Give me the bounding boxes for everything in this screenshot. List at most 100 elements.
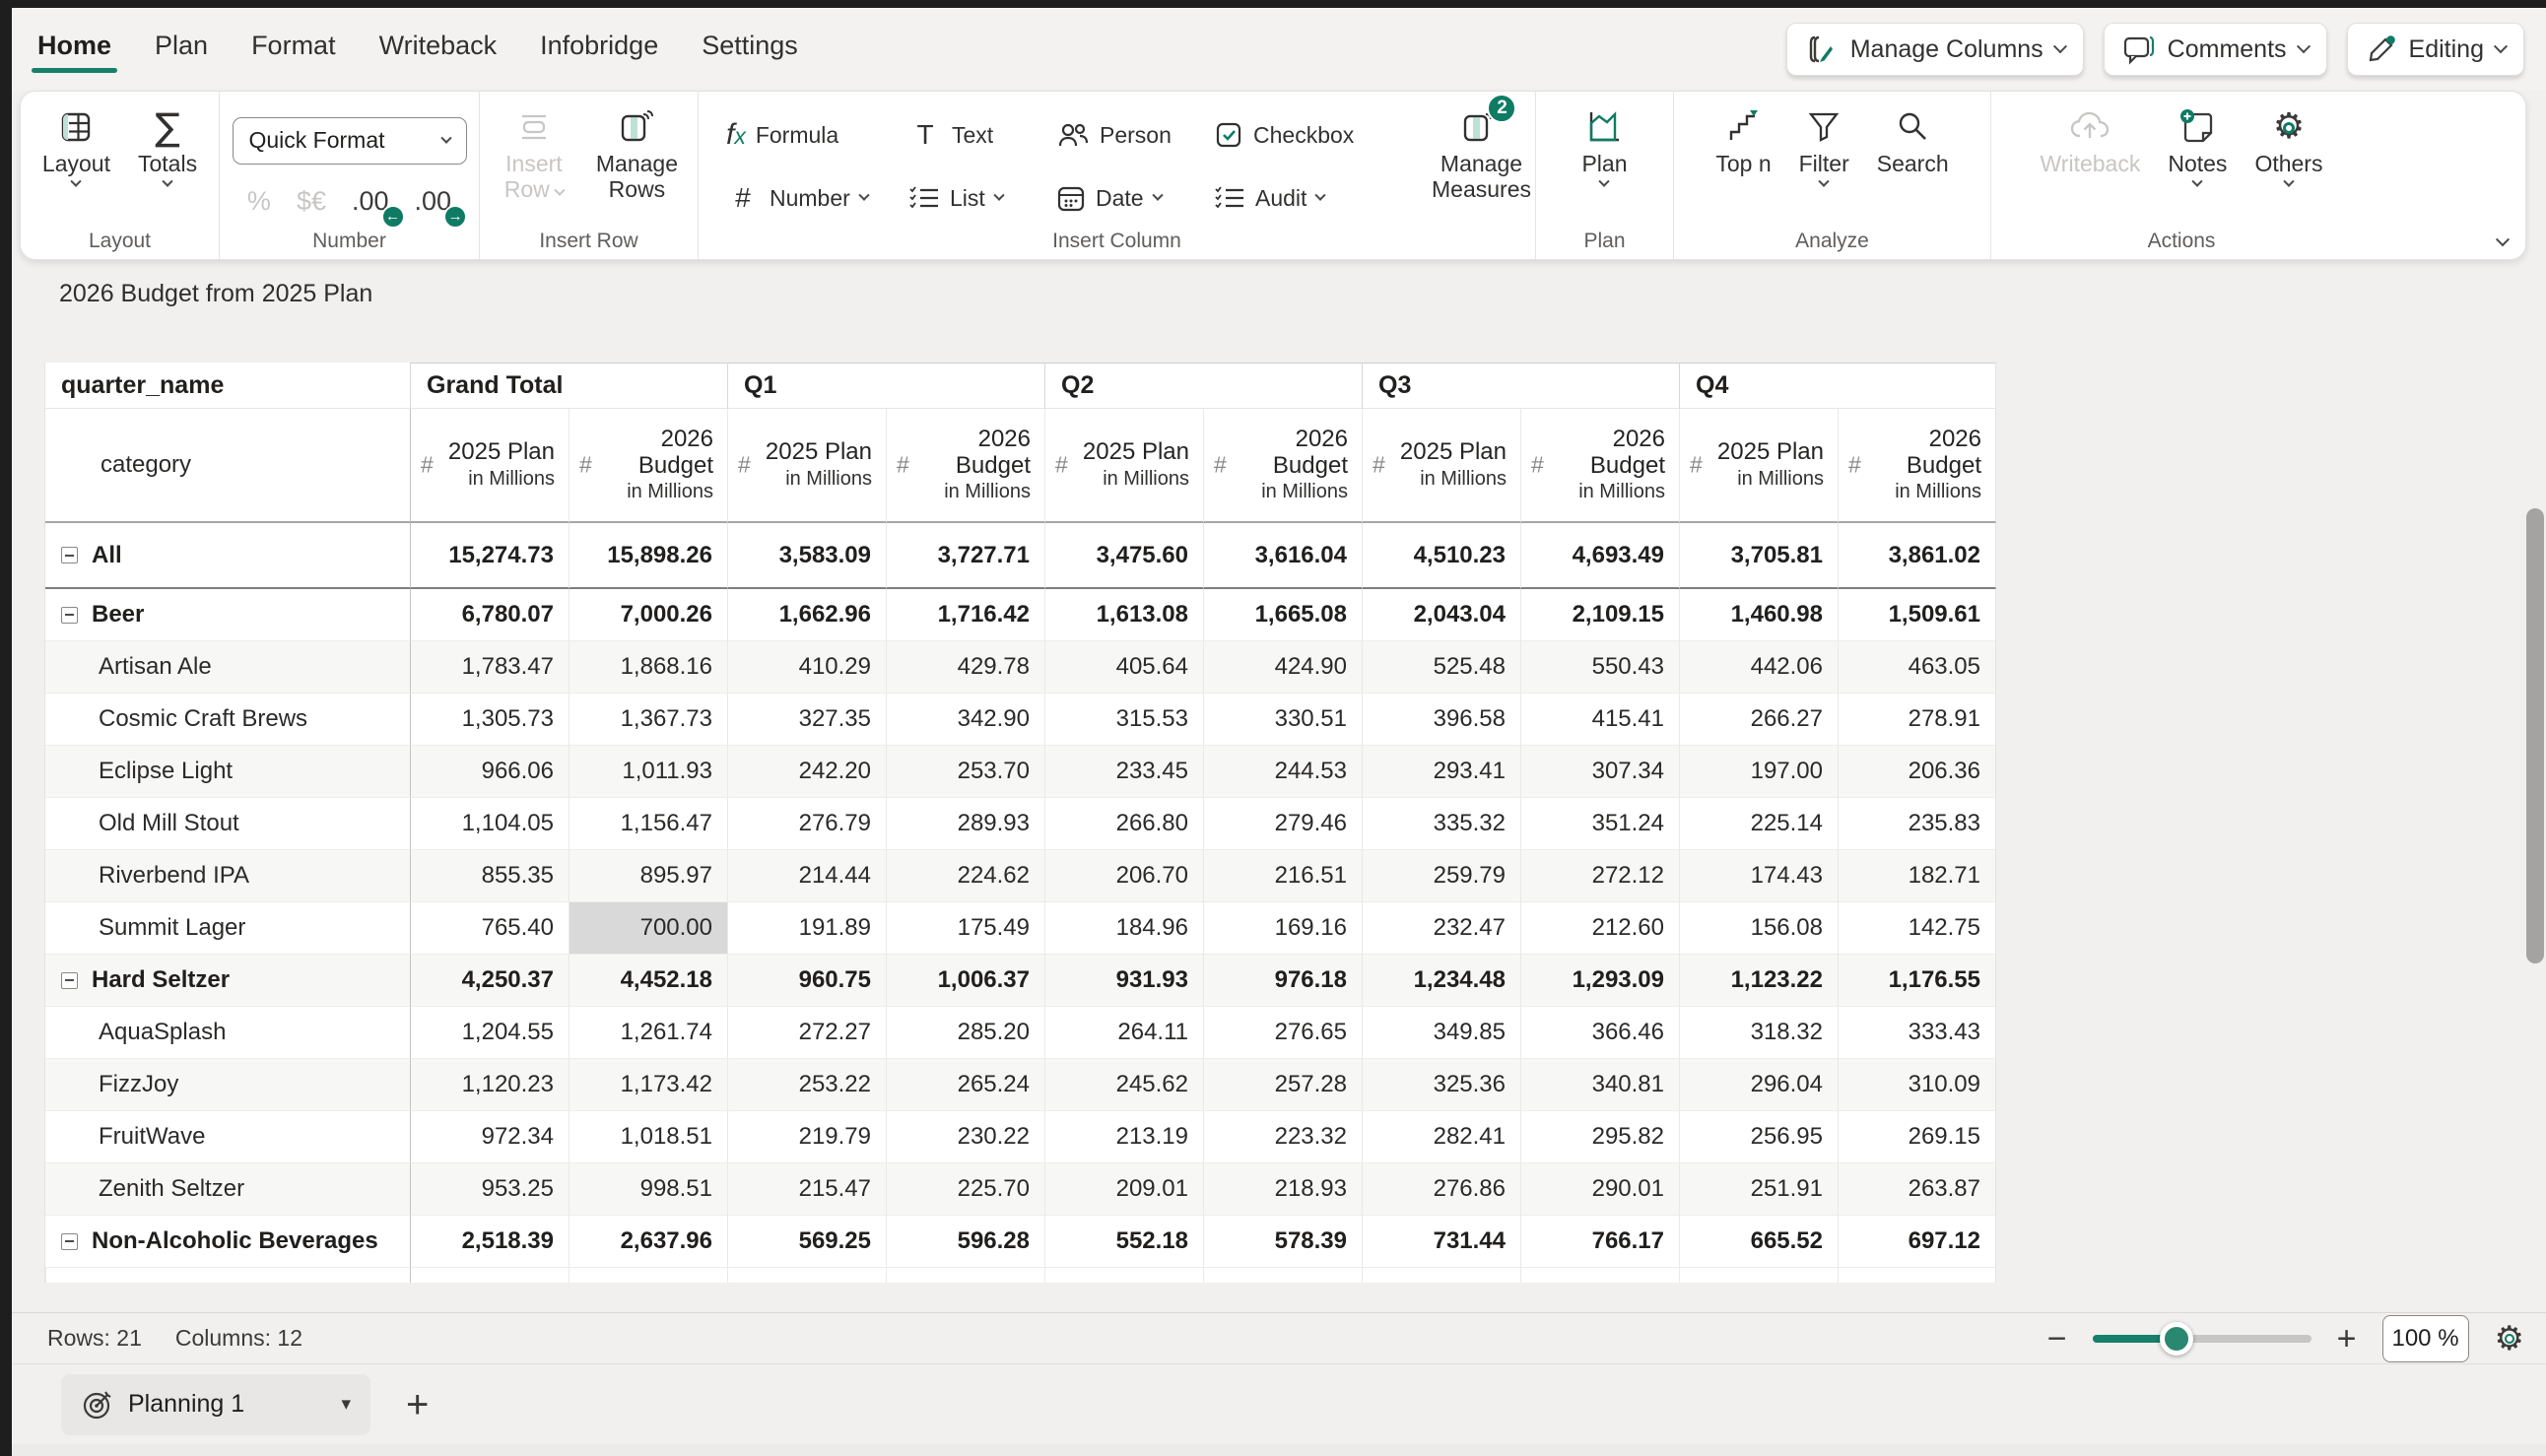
collapse-icon[interactable]	[61, 972, 78, 989]
data-cell[interactable]: 550.43	[1520, 641, 1679, 694]
data-cell[interactable]: 289.93	[886, 798, 1044, 850]
data-cell[interactable]: 156.08	[1679, 902, 1838, 955]
data-cell[interactable]: 552.18	[1044, 1216, 1203, 1268]
data-cell[interactable]: 276.65	[1203, 1007, 1362, 1059]
collapse-icon[interactable]	[61, 547, 78, 563]
data-cell[interactable]: 214.44	[727, 850, 886, 902]
row-label-riverbend-ipa[interactable]: Riverbend IPA	[45, 850, 410, 902]
data-cell[interactable]: 998.51	[569, 1163, 727, 1216]
data-cell[interactable]: 7,000.26	[569, 589, 727, 641]
data-cell[interactable]: 1,018.51	[569, 1111, 727, 1163]
data-cell[interactable]: 766.17	[1520, 1216, 1679, 1268]
decrease-decimal-button[interactable]: .00←	[352, 186, 389, 217]
zoom-out-button[interactable]: −	[2047, 1322, 2067, 1356]
data-cell[interactable]: 276.86	[1362, 1163, 1520, 1216]
data-cell[interactable]: 206.36	[1838, 746, 1996, 798]
zoom-level-value[interactable]: 100 %	[2382, 1315, 2469, 1362]
column-group-header-q2[interactable]: Q2	[1044, 363, 1362, 409]
row-label-artisan-ale[interactable]: Artisan Ale	[45, 641, 410, 694]
collapse-ribbon-chevron-icon[interactable]	[2496, 232, 2510, 246]
data-cell[interactable]: 290.01	[1520, 1163, 1679, 1216]
row-label-fizzjoy[interactable]: FizzJoy	[45, 1059, 410, 1111]
sheet-tab-planning-1[interactable]: Planning 1 ▾	[61, 1374, 370, 1435]
writeback-button[interactable]: Writeback	[2027, 103, 2155, 230]
data-cell[interactable]: 463.05	[1838, 641, 1996, 694]
manage-columns-button[interactable]: Manage Columns	[1786, 23, 2084, 76]
data-cell[interactable]: 259.79	[1362, 850, 1520, 902]
data-cell[interactable]: 266.80	[1044, 798, 1203, 850]
data-cell[interactable]: 263.87	[1838, 1163, 1996, 1216]
data-cell[interactable]: 230.22	[886, 1111, 1044, 1163]
editing-mode-button[interactable]: Editing	[2347, 23, 2524, 76]
data-cell[interactable]: 224.62	[886, 850, 1044, 902]
measure-header-2026-budget[interactable]: #2026 Budgetin Millions	[1203, 409, 1362, 523]
insert-audit-button[interactable]: Audit	[1208, 172, 1400, 224]
data-cell[interactable]: 244.53	[1203, 746, 1362, 798]
data-cell[interactable]: 396.58	[1362, 694, 1520, 746]
column-group-header-q3[interactable]: Q3	[1362, 363, 1679, 409]
row-label-beer[interactable]: Beer	[45, 589, 410, 641]
totals-button[interactable]: ∑ Totals	[124, 103, 211, 230]
data-cell[interactable]: 1,123.22	[1679, 955, 1838, 1007]
data-cell[interactable]: 855.35	[410, 850, 569, 902]
data-cell[interactable]: 1,173.42	[569, 1059, 727, 1111]
data-cell[interactable]: 3,583.09	[727, 523, 886, 589]
data-cell[interactable]: 1,613.08	[1044, 589, 1203, 641]
data-cell[interactable]: 410.29	[727, 641, 886, 694]
data-cell[interactable]: 169.16	[1203, 902, 1362, 955]
data-cell[interactable]: 1,305.73	[410, 694, 569, 746]
data-cell[interactable]: 325.36	[1362, 1059, 1520, 1111]
data-cell[interactable]: 293.41	[1362, 746, 1520, 798]
data-cell[interactable]: 1,104.05	[410, 798, 569, 850]
data-cell[interactable]: 1,367.73	[569, 694, 727, 746]
data-cell[interactable]: 1,204.55	[410, 1007, 569, 1059]
manage-rows-button[interactable]: Manage Rows	[582, 103, 692, 230]
data-cell[interactable]: 272.12	[1520, 850, 1679, 902]
data-cell[interactable]: 1,783.47	[410, 641, 569, 694]
corner-row-dimension[interactable]: quarter_name	[45, 363, 410, 409]
data-cell[interactable]: 174.43	[1679, 850, 1838, 902]
measure-header-2025-plan[interactable]: #2025 Planin Millions	[1679, 409, 1838, 523]
data-cell[interactable]: 272.27	[727, 1007, 886, 1059]
data-cell[interactable]: 330.51	[1203, 694, 1362, 746]
data-cell[interactable]: 182.71	[1838, 850, 1996, 902]
data-cell[interactable]: 1,234.48	[1362, 955, 1520, 1007]
data-cell[interactable]: 191.89	[727, 902, 886, 955]
increase-decimal-button[interactable]: .00→	[415, 186, 452, 217]
data-cell[interactable]: 351.24	[1520, 798, 1679, 850]
row-label-zenith-seltzer[interactable]: Zenith Seltzer	[45, 1163, 410, 1216]
menu-tab-format[interactable]: Format	[249, 25, 338, 75]
search-button[interactable]: Search	[1863, 103, 1963, 230]
row-label-all[interactable]: All	[45, 523, 410, 589]
data-cell[interactable]: 2,109.15	[1520, 589, 1679, 641]
measure-header-2025-plan[interactable]: #2025 Planin Millions	[1362, 409, 1520, 523]
data-cell[interactable]: 1,293.09	[1520, 955, 1679, 1007]
data-cell[interactable]: 2,043.04	[1362, 589, 1520, 641]
comments-button[interactable]: Comments	[2104, 23, 2327, 76]
menu-tab-settings[interactable]: Settings	[700, 25, 800, 75]
insert-text-button[interactable]: T Text	[903, 109, 1050, 161]
data-cell[interactable]: 315.53	[1044, 694, 1203, 746]
data-cell[interactable]: 15,898.26	[569, 523, 727, 589]
data-cell[interactable]: 218.93	[1203, 1163, 1362, 1216]
measure-header-2025-plan[interactable]: #2025 Planin Millions	[1044, 409, 1203, 523]
data-cell[interactable]: 596.28	[886, 1216, 1044, 1268]
layout-button[interactable]: Layout	[29, 103, 124, 230]
filter-button[interactable]: Filter	[1785, 103, 1863, 230]
collapse-icon[interactable]	[61, 1233, 78, 1250]
vertical-scrollbar-thumb[interactable]	[2526, 508, 2544, 963]
data-cell[interactable]: 442.06	[1679, 641, 1838, 694]
zoom-slider-thumb[interactable]	[2160, 1322, 2193, 1356]
row-label-eclipse-light[interactable]: Eclipse Light	[45, 746, 410, 798]
data-cell[interactable]: 257.28	[1203, 1059, 1362, 1111]
data-cell[interactable]: 700.00	[569, 902, 727, 955]
currency-format-button[interactable]: $€	[297, 186, 326, 217]
data-cell[interactable]: 931.93	[1044, 955, 1203, 1007]
data-cell[interactable]: 1,460.98	[1679, 589, 1838, 641]
data-cell[interactable]: 1,716.42	[886, 589, 1044, 641]
data-cell[interactable]: 216.51	[1203, 850, 1362, 902]
data-cell[interactable]: 1,509.61	[1838, 589, 1996, 641]
data-cell[interactable]: 3,475.60	[1044, 523, 1203, 589]
data-cell[interactable]: 333.43	[1838, 1007, 1996, 1059]
data-cell[interactable]: 15,274.73	[410, 523, 569, 589]
